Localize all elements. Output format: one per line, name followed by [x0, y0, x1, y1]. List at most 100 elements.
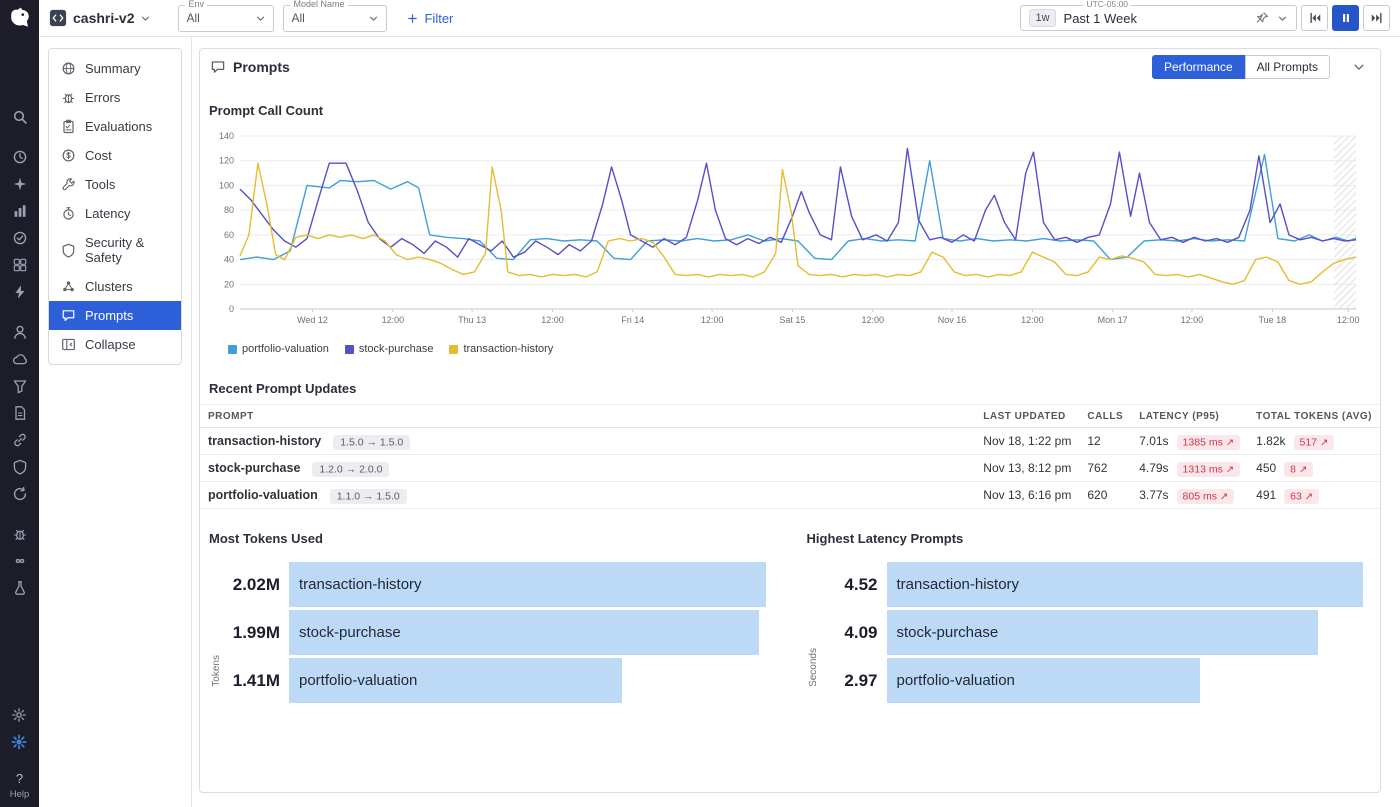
sidebar-item-latency[interactable]: Latency [49, 199, 181, 228]
cloud-icon[interactable] [12, 351, 28, 367]
latency-delta-badge: 1313 ms ↗ [1177, 462, 1241, 477]
bar: stock-purchase [887, 610, 1319, 655]
monitors-icon[interactable] [12, 230, 28, 246]
trend-up-icon: ↗ [1226, 437, 1234, 448]
latency-cell: 3.77s805 ms ↗ [1131, 482, 1248, 509]
svg-text:12:00: 12:00 [701, 315, 724, 325]
sidebar-item-tools[interactable]: Tools [49, 170, 181, 199]
svg-text:Nov 16: Nov 16 [938, 315, 967, 325]
bar-row-transaction-history[interactable]: 4.52transaction-history [821, 562, 1379, 607]
time-range-control[interactable]: UTC-05:00 1w Past 1 Week [1020, 5, 1297, 31]
env-filter-value: All [186, 11, 255, 25]
bar-row-transaction-history[interactable]: 2.02Mtransaction-history [223, 562, 781, 607]
bar-label: stock-purchase [289, 624, 401, 641]
sidebar-item-clusters[interactable]: Clusters [49, 272, 181, 301]
most-tokens-chart: Most Tokens Used Tokens 2.02Mtransaction… [209, 531, 781, 703]
clipboard-icon [61, 119, 76, 134]
security-icon[interactable] [12, 459, 28, 475]
history-icon[interactable] [12, 149, 28, 165]
pause-button[interactable] [1332, 5, 1359, 31]
chevron-down-icon[interactable] [1277, 13, 1288, 24]
profile-icon[interactable] [12, 324, 28, 340]
bar-track: stock-purchase [887, 610, 1379, 655]
legend-label: transaction-history [463, 343, 553, 355]
metrics-icon[interactable] [12, 203, 28, 219]
trend-up-icon: ↗ [1220, 491, 1228, 502]
pause-icon [1339, 11, 1353, 25]
prompt-name[interactable]: transaction-history [208, 434, 321, 448]
sidebar-item-cost[interactable]: Cost [49, 141, 181, 170]
skip-forward-button[interactable] [1363, 5, 1390, 31]
env-filter-select[interactable]: Env All [178, 5, 274, 32]
sparkles-icon[interactable] [12, 176, 28, 192]
sidebar-item-prompts[interactable]: Prompts [49, 301, 181, 330]
sidebar-item-label: Evaluations [85, 119, 152, 134]
bar-row-stock-purchase[interactable]: 1.99Mstock-purchase [223, 610, 781, 655]
table-row-stock-purchase[interactable]: stock-purchase1.2.0 → 2.0.0Nov 13, 8:12 … [200, 455, 1380, 482]
svg-text:12:00: 12:00 [1181, 315, 1204, 325]
time-preset-chip[interactable]: 1w [1029, 9, 1055, 27]
labs-icon[interactable] [12, 580, 28, 596]
settings-icon[interactable] [11, 707, 27, 723]
notebooks-icon[interactable] [12, 405, 28, 421]
table-row-portfolio-valuation[interactable]: portfolio-valuation1.1.0 → 1.5.0Nov 13, … [200, 482, 1380, 509]
add-filter-button[interactable]: Filter [407, 11, 453, 26]
svg-text:12:00: 12:00 [1337, 315, 1360, 325]
bar-track: portfolio-valuation [289, 658, 781, 703]
skip-back-button[interactable] [1301, 5, 1328, 31]
collapse-card-chevron-icon[interactable] [1352, 60, 1366, 74]
tab-all-prompts[interactable]: All Prompts [1245, 55, 1330, 79]
trend-up-icon: ↗ [1320, 437, 1328, 448]
prompt-name[interactable]: stock-purchase [208, 461, 300, 475]
legend-item-portfolio-valuation[interactable]: portfolio-valuation [228, 343, 329, 355]
sidebar-item-collapse[interactable]: Collapse [49, 330, 181, 359]
model-filter-value: All [291, 11, 368, 25]
bar-row-stock-purchase[interactable]: 4.09stock-purchase [821, 610, 1379, 655]
sidebar-item-errors[interactable]: Errors [49, 83, 181, 112]
app-root: ? Help cashri-v2 Env All Model Name All [0, 0, 1400, 807]
time-range-label: Past 1 Week [1064, 11, 1137, 26]
app-icon[interactable] [11, 734, 27, 750]
legend-item-stock-purchase[interactable]: stock-purchase [345, 343, 434, 355]
global-nav-rail: ? Help [0, 0, 39, 807]
legend-swatch [228, 345, 237, 354]
prompt-call-count-chart[interactable]: 020406080100120140Wed 1212:00Thu 1312:00… [200, 126, 1380, 337]
svg-text:Sat 15: Sat 15 [779, 315, 805, 325]
sidebar-item-label: Clusters [85, 279, 133, 294]
project-selector[interactable]: cashri-v2 [49, 9, 151, 27]
debug-icon[interactable] [12, 526, 28, 542]
sidebar-item-label: Cost [85, 148, 112, 163]
recent-updates-table-wrap: PROMPTLAST UPDATEDCALLSLATENCY (P95)TOTA… [200, 404, 1380, 509]
sidebar-item-evaluations[interactable]: Evaluations [49, 112, 181, 141]
dollar-icon [61, 148, 76, 163]
workflows-icon[interactable] [12, 553, 28, 569]
help-icon[interactable]: ? [16, 771, 23, 786]
search-icon[interactable] [12, 109, 28, 125]
topbar: cashri-v2 Env All Model Name All Filter … [39, 0, 1400, 37]
calls-cell: 762 [1079, 455, 1131, 482]
sync-icon[interactable] [12, 486, 28, 502]
pin-icon[interactable] [1255, 11, 1269, 25]
prompt-name[interactable]: portfolio-valuation [208, 488, 318, 502]
integrations-icon[interactable] [12, 257, 28, 273]
bar-value: 4.09 [821, 623, 887, 643]
model-filter-select[interactable]: Model Name All [283, 5, 387, 32]
bar-row-portfolio-valuation[interactable]: 2.97portfolio-valuation [821, 658, 1379, 703]
project-name: cashri-v2 [73, 10, 134, 26]
table-row-transaction-history[interactable]: transaction-history1.5.0 → 1.5.0Nov 18, … [200, 428, 1380, 455]
legend-item-transaction-history[interactable]: transaction-history [449, 343, 553, 355]
svg-text:120: 120 [219, 156, 234, 166]
sidebar-item-summary[interactable]: Summary [49, 54, 181, 83]
actions-icon[interactable] [12, 284, 28, 300]
collapse-icon [61, 337, 76, 352]
cluster-icon [61, 279, 76, 294]
card-title: Prompts [233, 59, 290, 75]
help-label: Help [10, 789, 30, 800]
pipelines-icon[interactable] [12, 378, 28, 394]
bar-row-portfolio-valuation[interactable]: 1.41Mportfolio-valuation [223, 658, 781, 703]
tokens-delta-badge: 517 ↗ [1294, 435, 1335, 450]
datadog-logo[interactable] [7, 5, 33, 31]
apm-icon[interactable] [12, 432, 28, 448]
sidebar-item-security-safety[interactable]: Security & Safety [49, 228, 181, 272]
tab-performance[interactable]: Performance [1152, 55, 1245, 79]
